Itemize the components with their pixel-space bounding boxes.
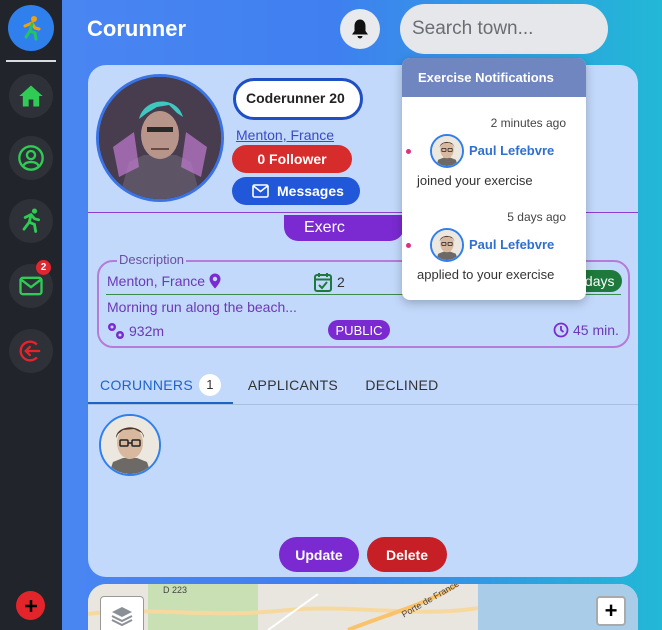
exercise-section-label: Exerc: [284, 215, 404, 241]
road-label: D 223: [163, 585, 188, 595]
corunner-avatar[interactable]: [99, 414, 161, 476]
notifications-dropdown: Exercise Notifications 2 minutes ago Pau…: [402, 58, 586, 300]
mail-icon: [19, 276, 43, 296]
messages-button-label: Messages: [277, 183, 344, 199]
search-town-input[interactable]: [400, 4, 608, 54]
tabs-divider: [88, 404, 638, 405]
notification-user-name[interactable]: Paul Lefebvre: [469, 237, 554, 252]
sidebar-item-logout[interactable]: [9, 329, 53, 373]
envelope-icon: [252, 184, 269, 198]
participants-tabs: CORUNNERS 1 APPLICANTS DECLINED: [88, 364, 638, 406]
notification-text: joined your exercise: [417, 173, 533, 188]
exercise-duration-text: 45 min.: [573, 322, 619, 338]
tab-corunners-label: CORUNNERS: [100, 376, 193, 393]
map-layers-button[interactable]: [100, 596, 144, 630]
visibility-badge: PUBLIC: [328, 320, 390, 340]
app-logo-icon[interactable]: [8, 5, 54, 51]
notification-item[interactable]: 5 days ago Paul Lefebvre applied to your…: [402, 210, 586, 300]
notification-user-name[interactable]: Paul Lefebvre: [469, 143, 554, 158]
exercise-location-text: Menton, France: [107, 273, 206, 289]
tab-corunners-count: 1: [198, 373, 221, 396]
update-button[interactable]: Update: [279, 537, 359, 572]
owner-avatar[interactable]: [96, 74, 224, 202]
follower-button[interactable]: 0 Follower: [232, 145, 352, 173]
exercise-duration: 45 min.: [553, 322, 619, 338]
sidebar-item-profile[interactable]: [9, 136, 53, 180]
add-exercise-button[interactable]: [16, 591, 45, 620]
exercise-map[interactable]: D 223 Porte de France +: [88, 584, 638, 630]
unread-dot-icon: [406, 149, 411, 154]
map-pin-icon: [209, 273, 221, 289]
layers-icon: [111, 607, 133, 627]
running-icon: [22, 208, 40, 233]
exercise-date: 2: [337, 274, 345, 290]
notification-item[interactable]: 2 minutes ago Paul Lefebvre joined your …: [402, 116, 586, 206]
notifications-button[interactable]: [340, 9, 380, 49]
sidebar-item-exercises[interactable]: [9, 199, 53, 243]
tab-declined[interactable]: DECLINED: [356, 364, 448, 405]
notification-time: 5 days ago: [507, 210, 566, 224]
messages-count-badge: 2: [36, 260, 51, 275]
sidebar-divider: [6, 60, 56, 62]
exercise-distance-text: 932m: [129, 323, 165, 339]
tab-declined-label: DECLINED: [365, 376, 439, 393]
app-title: Corunner: [87, 16, 186, 41]
notifications-title: Exercise Notifications: [402, 58, 586, 97]
home-icon: [19, 85, 43, 107]
logout-icon: [19, 340, 41, 362]
tab-corunners[interactable]: CORUNNERS 1: [88, 364, 233, 405]
sidebar: 2: [0, 0, 62, 630]
notification-avatar: [430, 228, 464, 262]
add-icon: [24, 599, 37, 612]
unread-dot-icon: [406, 243, 411, 248]
notification-time: 2 minutes ago: [490, 116, 566, 130]
profile-location-link[interactable]: Menton, France: [236, 127, 334, 143]
map-zoom-in-button[interactable]: +: [596, 596, 626, 626]
route-icon: [108, 323, 124, 339]
exercise-description: Morning run along the beach...: [107, 299, 297, 315]
profile-icon: [18, 145, 44, 171]
calendar-check-icon: [314, 273, 332, 292]
tab-applicants-label: APPLICANTS: [247, 376, 339, 393]
sidebar-item-home[interactable]: [9, 74, 53, 118]
exercise-distance: 932m: [107, 322, 164, 340]
messages-button[interactable]: Messages: [232, 177, 360, 205]
tab-applicants[interactable]: APPLICANTS: [238, 364, 348, 405]
main-area: Corunner Coderunner 20 Menton, France 0: [62, 0, 662, 630]
bell-icon: [352, 19, 368, 39]
sidebar-item-messages[interactable]: 2: [9, 260, 53, 308]
profile-name-field[interactable]: Coderunner 20: [233, 78, 363, 120]
notification-avatar: [430, 134, 464, 168]
notification-text: applied to your exercise: [417, 267, 555, 282]
delete-button[interactable]: Delete: [367, 537, 447, 572]
clock-icon: [553, 322, 569, 338]
description-legend: Description: [117, 252, 187, 267]
exercise-location: Menton, France: [107, 273, 221, 289]
